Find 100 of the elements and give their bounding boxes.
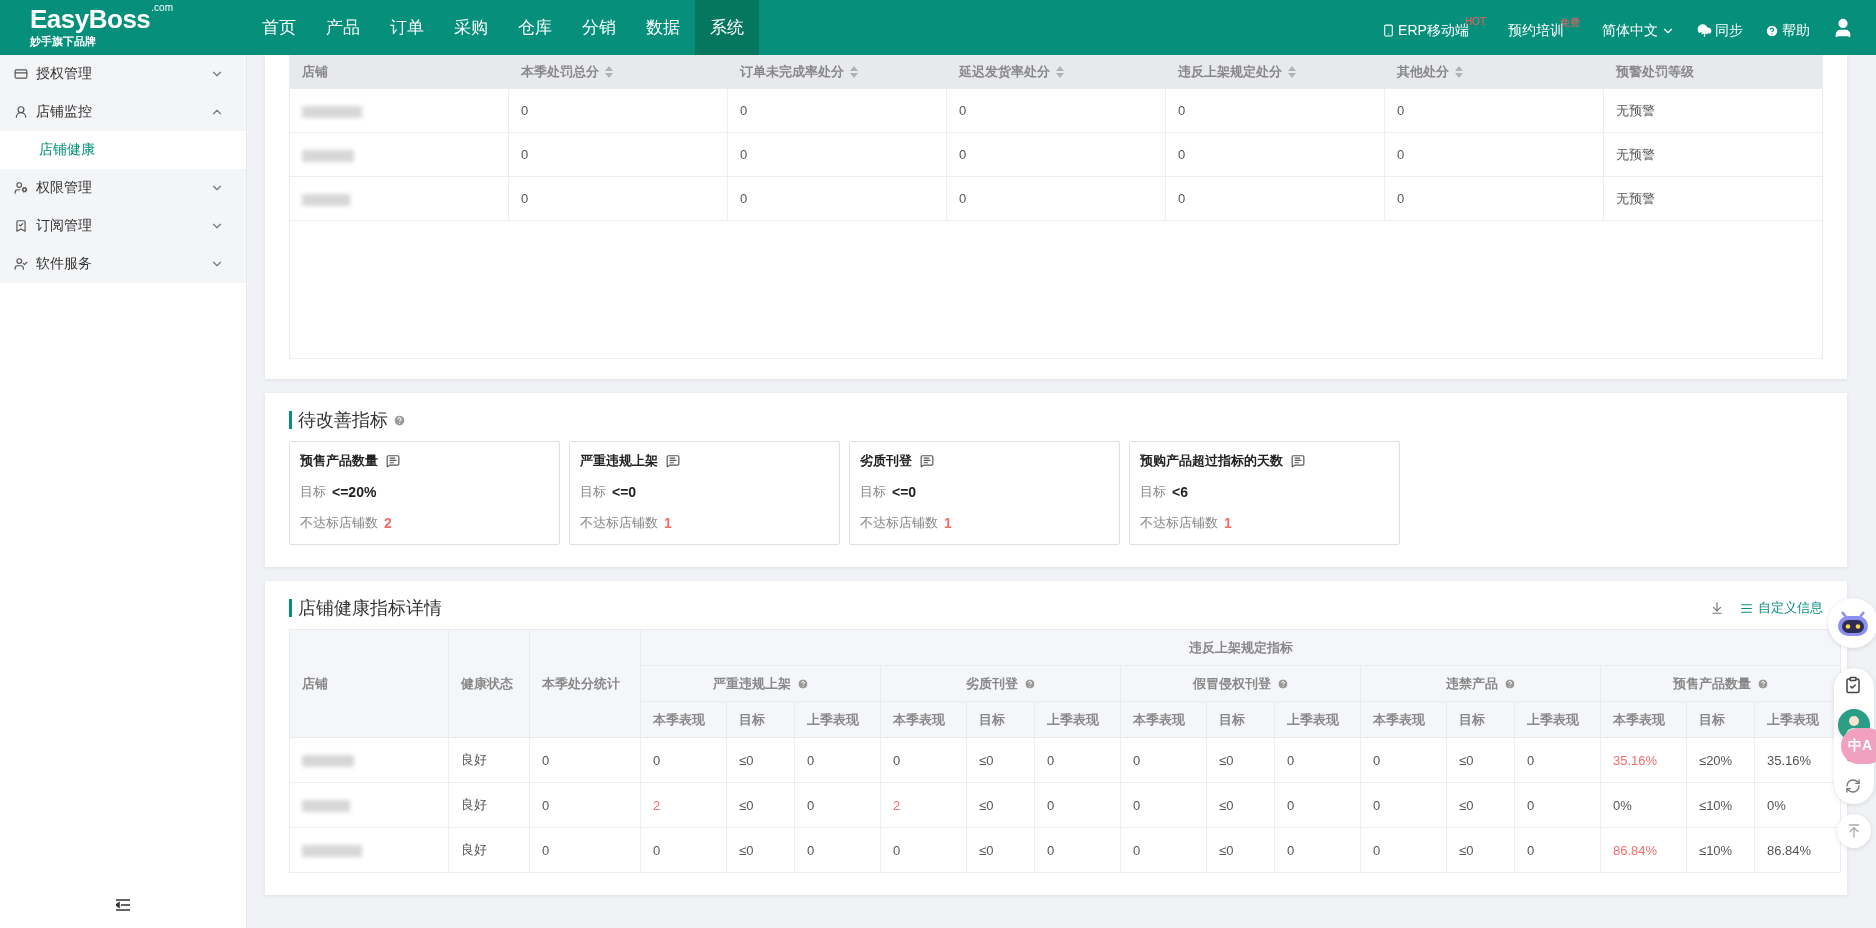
nav-tab[interactable]: 首页 [247,0,311,55]
sidebar-item[interactable]: 店铺监控 [0,93,246,131]
target-value: <=0 [892,484,917,500]
sidebar-item[interactable]: 订阅管理 [0,207,246,245]
nav-tab[interactable]: 订单 [375,0,439,55]
table-cell: 0 [880,737,967,783]
back-to-top-icon [1846,823,1862,839]
download-button[interactable] [1710,601,1724,615]
column-header: 上季表现 [1274,701,1361,738]
table-cell: 0 [1384,88,1604,133]
fail-label: 不达标店铺数 [1140,514,1218,532]
column-header: 本季表现 [1360,701,1447,738]
nav-tab[interactable]: 系统 [695,0,759,55]
table-cell: 0 [1120,782,1207,828]
column-header: 本季表现 [640,701,727,738]
nav-tab[interactable]: 采购 [439,0,503,55]
table-cell: 0% [1600,782,1687,828]
comment-icon[interactable] [1291,454,1305,468]
refresh-icon[interactable] [1845,778,1861,794]
back-to-top-button[interactable] [1837,814,1871,848]
table-cell: 0 [1274,737,1361,783]
sidebar-label[interactable]: 软件服务 [36,255,202,273]
table-cell: 良好 [448,782,530,828]
redacted-store-name [302,800,350,813]
header-action[interactable]: ERP移动端 [1382,21,1469,40]
target-label: 目标 [1140,483,1166,501]
column-header: 本季表现 [1120,701,1207,738]
table-cell: 0 [1034,737,1121,783]
nav-tab[interactable]: 分销 [567,0,631,55]
sidebar-label[interactable]: 授权管理 [36,65,202,83]
collapse-menu-icon[interactable] [116,899,130,911]
table-cell: ≤0 [726,782,795,828]
column-header[interactable]: 其他处分 [1384,55,1604,89]
table-cell: 0 [946,176,1166,221]
sidebar-item[interactable]: 权限管理 [0,169,246,207]
sidebar-label[interactable]: 店铺监控 [36,103,202,121]
customize-link[interactable]: 自定义信息 [1740,599,1823,617]
sort-icon[interactable] [1288,66,1296,78]
target-label: 目标 [580,483,606,501]
logo[interactable]: EasyBoss [30,6,151,32]
sidebar-label[interactable]: 订阅管理 [36,217,202,235]
sidebar-item[interactable]: 授权管理 [0,55,246,93]
column-header: 目标 [966,701,1035,738]
sort-icon[interactable] [605,66,613,78]
table-cell: 0 [1034,782,1121,828]
group-header: 违禁产品 [1360,665,1601,702]
table-cell: 无预警 [1603,176,1823,221]
table-cell: 2 [880,782,967,828]
help-icon[interactable] [1023,677,1036,690]
header-action[interactable]: 同步 [1697,21,1743,40]
help-icon[interactable] [1756,677,1769,690]
table-cell: 0 [1384,176,1604,221]
header-action[interactable]: 简体中文 [1602,21,1675,40]
column-header: 健康状态 [448,629,530,738]
help-icon[interactable] [1276,677,1289,690]
column-header: 上季表现 [794,701,881,738]
table-cell: ≤10% [1686,827,1755,873]
redacted-store-name [302,149,354,162]
table-cell: 0 [1165,88,1385,133]
column-header[interactable]: 订单未完成率处分 [727,55,947,89]
column-header[interactable]: 延迟发货率处分 [946,55,1166,89]
translate-badge[interactable]: 中A [1841,728,1876,764]
table-cell: ≤0 [1446,827,1515,873]
nav-tab[interactable]: 数据 [631,0,695,55]
table-cell: ≤0 [726,737,795,783]
nav-tab[interactable]: 仓库 [503,0,567,55]
column-header[interactable]: 违反上架规定处分 [1165,55,1385,89]
column-header: 目标 [726,701,795,738]
comment-icon[interactable] [920,454,934,468]
nav-tab[interactable]: 产品 [311,0,375,55]
table-cell: 0 [508,176,728,221]
comment-icon[interactable] [666,454,680,468]
help-icon [1765,23,1779,38]
logo-suffix: .com [151,3,173,13]
target-value: <6 [1172,484,1188,500]
column-header: 店铺 [289,629,449,738]
help-icon[interactable] [1503,677,1516,690]
target-value: <=20% [332,484,377,500]
section-title: 待改善指标 [298,411,388,429]
sort-icon[interactable] [850,66,858,78]
sidebar-label[interactable]: 权限管理 [36,179,202,197]
group-header: 违反上架规定指标 [640,629,1841,666]
sidebar-subitem[interactable]: 店铺健康 [0,131,246,169]
table-cell: 无预警 [1603,132,1823,177]
help-icon[interactable] [393,413,406,427]
table-cell: 0 [794,827,881,873]
table-cell: 35.16% [1600,737,1687,783]
header-action[interactable]: 帮助 [1765,21,1810,40]
metric-title: 严重违规上架 [580,452,658,470]
sort-icon[interactable] [1056,66,1064,78]
help-icon[interactable] [796,677,809,690]
column-header: 目标 [1206,701,1275,738]
column-header[interactable]: 本季处罚总分 [508,55,728,89]
sidebar-item[interactable]: 软件服务 [0,245,246,283]
checklist-icon[interactable] [1844,676,1862,694]
comment-icon[interactable] [386,454,400,468]
sort-icon[interactable] [1455,66,1463,78]
table-cell: 0 [1360,782,1447,828]
fail-label: 不达标店铺数 [860,514,938,532]
column-header: 本季表现 [1600,701,1687,738]
